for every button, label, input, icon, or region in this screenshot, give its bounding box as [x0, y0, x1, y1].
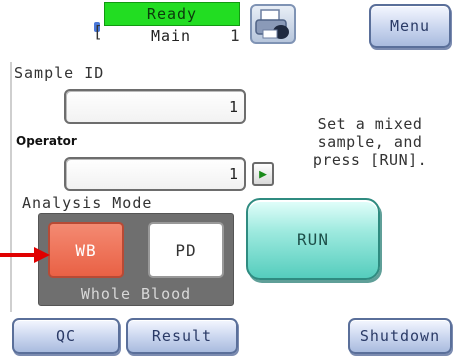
- analysis-mode-caption: Whole Blood: [80, 285, 192, 303]
- red-arrow-icon: [0, 247, 50, 263]
- analysis-mode-label: Analysis Mode: [22, 194, 153, 212]
- mode-pd-button[interactable]: PD: [148, 222, 224, 278]
- qc-button[interactable]: QC: [12, 318, 120, 354]
- shutdown-button[interactable]: Shutdown: [348, 318, 452, 354]
- status-bracket-right: 1: [230, 26, 240, 45]
- result-button[interactable]: Result: [126, 318, 238, 354]
- instruction-line: press [RUN].: [312, 151, 428, 169]
- instruction-line: Set a mixed: [317, 115, 423, 133]
- play-arrow-icon: ▶: [259, 166, 267, 182]
- status-screen-label: Main: [150, 27, 192, 45]
- printer-icon[interactable]: [250, 4, 296, 44]
- left-divider: [10, 62, 12, 312]
- menu-button[interactable]: Menu: [369, 4, 451, 48]
- sample-id-label: Sample ID: [14, 64, 105, 82]
- main-screen: Ready [ Main 1 Menu Sample ID 1 Operator…: [0, 0, 456, 356]
- instruction-line: sample, and: [317, 133, 423, 151]
- mode-wb-button[interactable]: WB: [48, 222, 124, 278]
- operator-next-button[interactable]: ▶: [252, 162, 274, 186]
- sample-id-field[interactable]: 1: [64, 89, 246, 124]
- instruction-text: Set a mixed sample, and press [RUN].: [292, 115, 448, 181]
- operator-label: Operator: [16, 134, 77, 148]
- run-button[interactable]: RUN: [246, 198, 380, 280]
- operator-field[interactable]: 1: [64, 157, 246, 191]
- printer-icon-graphic: [255, 9, 289, 39]
- status-bracket-left: [: [93, 22, 103, 41]
- status-ready-badge: Ready: [104, 2, 240, 26]
